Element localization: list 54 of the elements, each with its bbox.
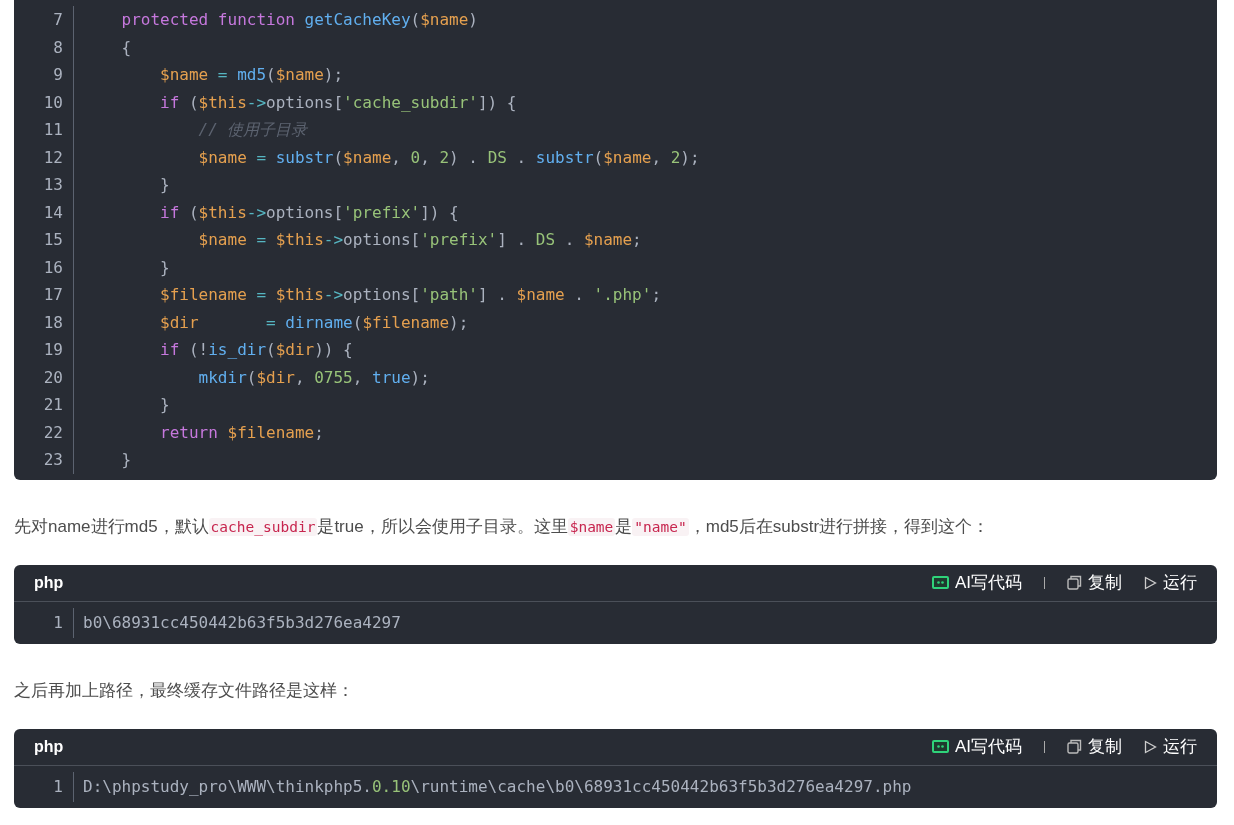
- code-line: if ($this->options['cache_subdir']) {: [159, 91, 518, 114]
- line-number: 22: [42, 421, 64, 444]
- code-line: {: [120, 36, 133, 59]
- language-label: php: [34, 737, 65, 756]
- paragraph: 之后再加上路径，最终缓存文件路径是这样：: [14, 679, 355, 702]
- line-number: 1: [52, 611, 64, 634]
- line-number: 19: [42, 339, 64, 361]
- line-number: 20: [42, 366, 64, 389]
- code-line: b0\68931cc450442b63f5b3d276ea4297: [83, 611, 402, 634]
- code-line: D:\phpstudy_pro\WWW\thinkphp5.0.10\runtime\cache\b0\68931cc450442b63f5b3d276ea4297.php: [83, 775, 913, 798]
- code-line: $name = $this->options['prefix'] . DS . $name;: [197, 229, 643, 251]
- line-number: 17: [42, 284, 64, 306]
- copy-icon: [1067, 739, 1082, 754]
- chat-bubble-icon: [931, 576, 949, 589]
- code-line: if (!is_dir($dir)) {: [159, 339, 354, 361]
- code-line: $name = md5($name);: [159, 64, 345, 86]
- code-line: }: [159, 174, 171, 196]
- run-button[interactable]: 运行: [1144, 735, 1197, 758]
- line-number: 13: [42, 174, 64, 196]
- line-number: 16: [42, 256, 64, 279]
- code-line: }: [120, 449, 133, 471]
- code-line: }: [159, 394, 171, 416]
- play-icon: [1144, 739, 1157, 754]
- code-line: }: [159, 256, 171, 279]
- line-number: 9: [52, 64, 64, 86]
- run-button[interactable]: 运行: [1144, 571, 1197, 594]
- ai-button[interactable]: AI写代码: [931, 571, 1022, 594]
- line-number: 21: [42, 394, 64, 416]
- code-line: // 使用子目录: [197, 119, 309, 141]
- language-label: php: [34, 573, 65, 592]
- ai-button[interactable]: AI写代码: [931, 735, 1022, 758]
- code-line: $filename = $this->options['path'] . $name . '.php';: [159, 284, 662, 306]
- line-number: 23: [42, 449, 64, 471]
- code-line: if ($this->options['prefix']) {: [159, 201, 460, 224]
- line-number: 12: [42, 146, 64, 169]
- code-line: $name = substr($name, 0, 2) . DS . substr($name, 2);: [197, 146, 701, 169]
- chat-bubble-icon: [931, 740, 949, 753]
- line-number: 8: [52, 36, 64, 59]
- code-line: return $filename;: [159, 421, 325, 444]
- paragraph: 先对name进行md5，默认 cache_subdir是true，所以会使用子目录。这里$name是"name"，md5后在substr进行拼接，得到这个：: [14, 515, 991, 538]
- code-line: $dir = dirname($filename);: [159, 311, 470, 334]
- line-number: 1: [52, 775, 64, 798]
- line-number: 7: [52, 9, 64, 31]
- line-number: 10: [42, 91, 64, 114]
- copy-button[interactable]: 复制: [1067, 571, 1122, 594]
- code-line: mkdir($dir, 0755, true);: [197, 366, 431, 389]
- copy-icon: [1067, 575, 1082, 590]
- play-icon: [1144, 575, 1157, 590]
- line-number: 18: [42, 311, 64, 334]
- line-number: 15: [42, 229, 64, 251]
- copy-button[interactable]: 复制: [1067, 735, 1122, 758]
- line-number: 14: [42, 201, 64, 224]
- line-number: 11: [42, 119, 64, 141]
- code-line: protected function getCacheKey($name): [120, 9, 479, 31]
